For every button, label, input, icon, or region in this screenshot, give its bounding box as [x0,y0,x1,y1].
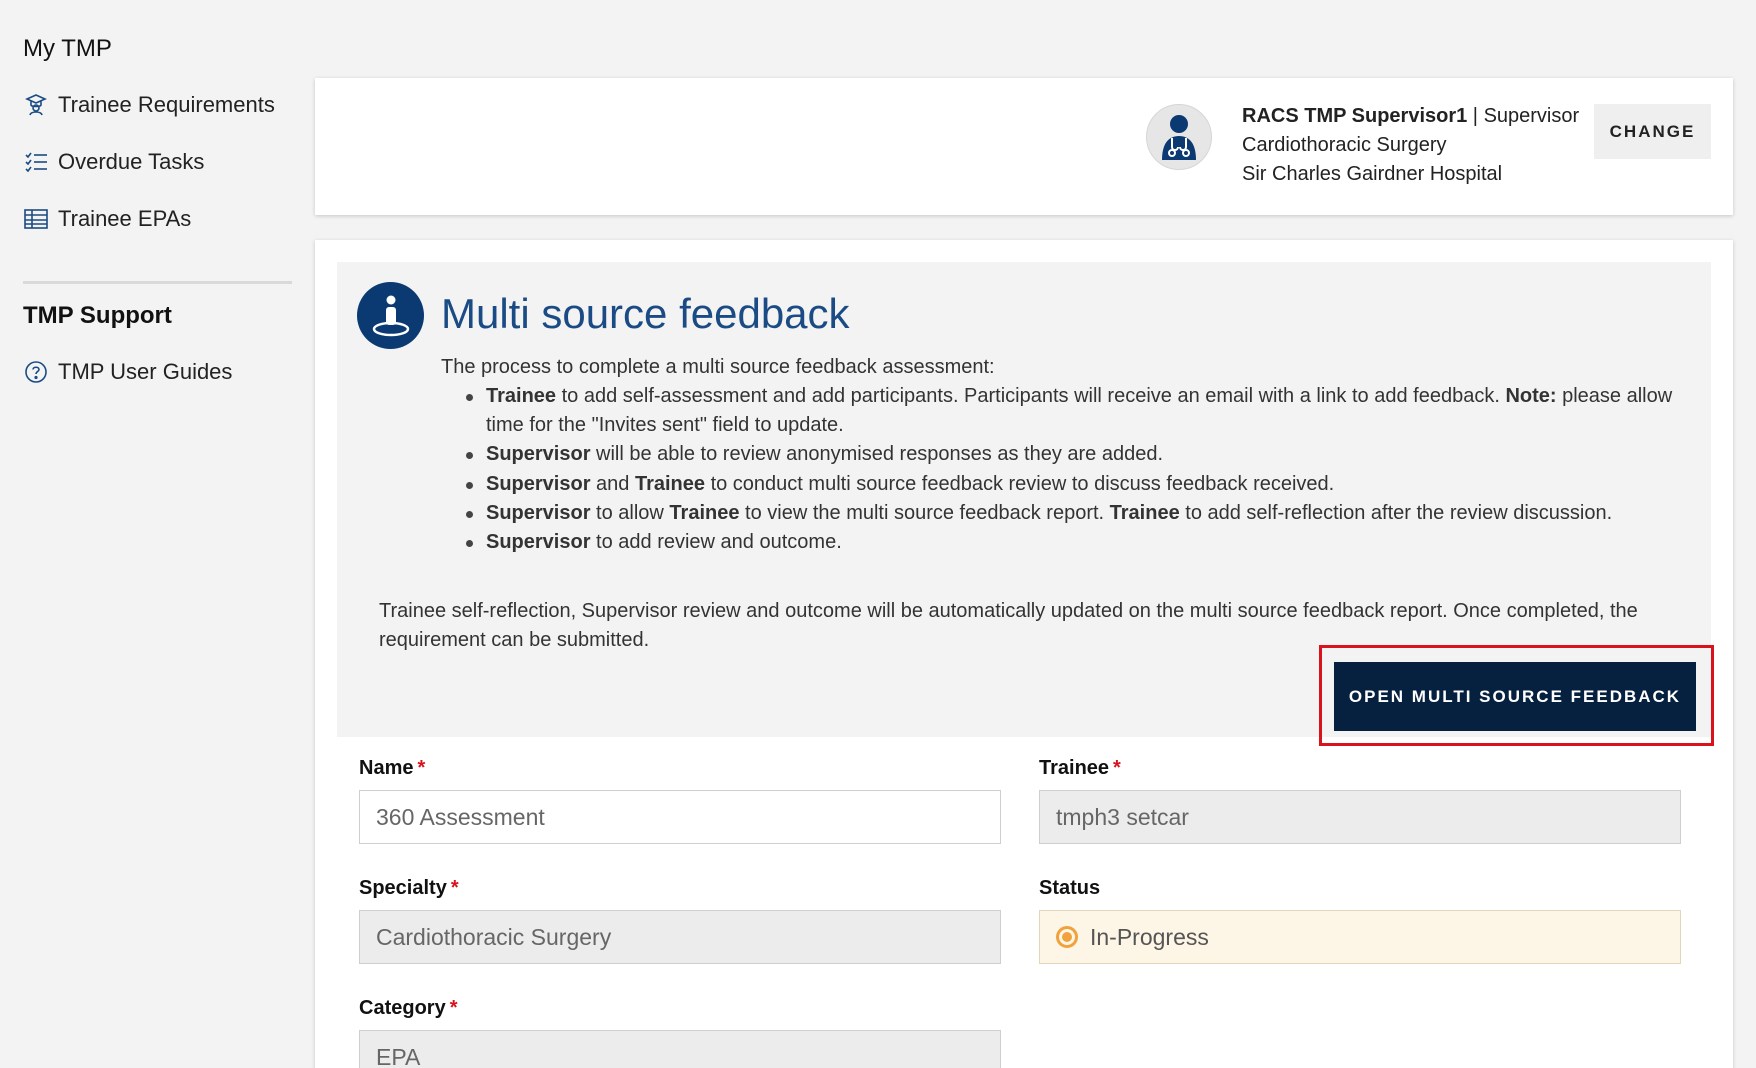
bullet-bold-text: Supervisor [486,472,591,495]
bullet-bold-text: Supervisor [486,443,591,466]
bullet-text: to view the multi source feedback report… [739,501,1110,524]
trainee-label: Trainee * [1039,757,1121,779]
info-title: Multi source feedback [441,290,850,337]
required-mark: * [417,757,426,779]
doctor-icon [1146,104,1212,170]
info-bullet-list: Trainee to add self-assessment and add p… [466,382,1676,557]
sidebar-item-label: Overdue Tasks [58,149,205,174]
sidebar-item-trainee-requirements[interactable]: Trainee Requirements [23,92,275,118]
info-bullet-item: Supervisor will be able to review anonym… [466,440,1676,469]
info-intro: The process to complete a multi source f… [441,356,995,378]
bullet-bold-text: Trainee [669,501,740,524]
change-button[interactable]: CHANGE [1594,104,1711,159]
sidebar-item-overdue-tasks[interactable]: Overdue Tasks [23,149,204,175]
open-multi-source-feedback-button[interactable]: OPEN MULTI SOURCE FEEDBACK [1334,662,1696,731]
person-info-icon [357,282,424,349]
bullet-bold-text: Supervisor [486,501,591,524]
bullet-text: to add review and outcome. [590,531,842,554]
category-label: Category * [359,997,458,1019]
table-icon [23,206,49,232]
sidebar-item-label: Trainee EPAs [58,206,192,231]
bullet-bold-text: Trainee [486,385,557,407]
status-field: In-Progress [1039,910,1681,964]
required-mark: * [449,997,458,1019]
sidebar: My TMP Trainee Requirements Overdue Task… [0,0,310,1068]
user-name: RACS TMP Supervisor1 [1242,105,1468,127]
sidebar-title: My TMP [23,35,112,62]
specialty-label: Specialty * [359,877,459,899]
sidebar-item-user-guides[interactable]: TMP User Guides [23,359,232,385]
info-bullet-item: Trainee to add self-assessment and add p… [466,382,1676,440]
status-label: Status [1039,877,1101,899]
trainee-field: tmph3 setcar [1039,790,1681,844]
bullet-bold-text: Note: [1505,385,1557,407]
user-header-card: RACS TMP Supervisor1 | Supervisor Cardio… [315,78,1733,215]
bullet-bold-text: Trainee [634,472,706,495]
user-separator: | [1467,105,1484,127]
bullet-text: to add self-reflection after the review … [1179,501,1613,524]
category-field: EPA [359,1030,1001,1068]
sidebar-item-label: Trainee Requirements [58,92,275,117]
info-bullet-item: Supervisor and Trainee to conduct multi … [466,470,1676,499]
sidebar-item-label: TMP User Guides [58,359,233,384]
user-hospital: Sir Charles Gairdner Hospital [1242,163,1503,185]
user-name-line: RACS TMP Supervisor1 | Supervisor [1242,102,1579,131]
checklist-icon [23,149,49,175]
sidebar-item-trainee-epas[interactable]: Trainee EPAs [23,206,191,232]
bullet-text: will be able to review anonymised respon… [590,443,1164,466]
user-specialty: Cardiothoracic Surgery [1242,134,1447,156]
bullet-bold-text: Supervisor [486,531,591,554]
bullet-text: and [590,472,635,495]
required-mark: * [1113,757,1121,779]
info-bullet-item: Supervisor to add review and outcome. [466,528,1676,557]
user-role: Supervisor [1483,105,1580,127]
bullet-bold-text: Trainee [1109,501,1180,524]
required-mark: * [450,877,459,899]
graduation-icon [23,92,49,118]
help-circle-icon [23,359,49,385]
in-progress-icon [1056,926,1078,948]
name-field[interactable]: 360 Assessment [359,790,1001,844]
bullet-text: to allow [590,501,670,524]
bullet-text: to conduct multi source feedback review … [705,472,1335,495]
sidebar-support-title: TMP Support [23,302,172,329]
status-value: In-Progress [1090,923,1209,950]
user-info: RACS TMP Supervisor1 | Supervisor Cardio… [1242,102,1579,189]
bullet-text: to add self-assessment and add participa… [556,385,1506,407]
name-label: Name * [359,757,426,779]
specialty-field: Cardiothoracic Surgery [359,910,1001,964]
sidebar-divider [23,281,292,284]
info-bullet-item: Supervisor to allow Trainee to view the … [466,499,1676,528]
